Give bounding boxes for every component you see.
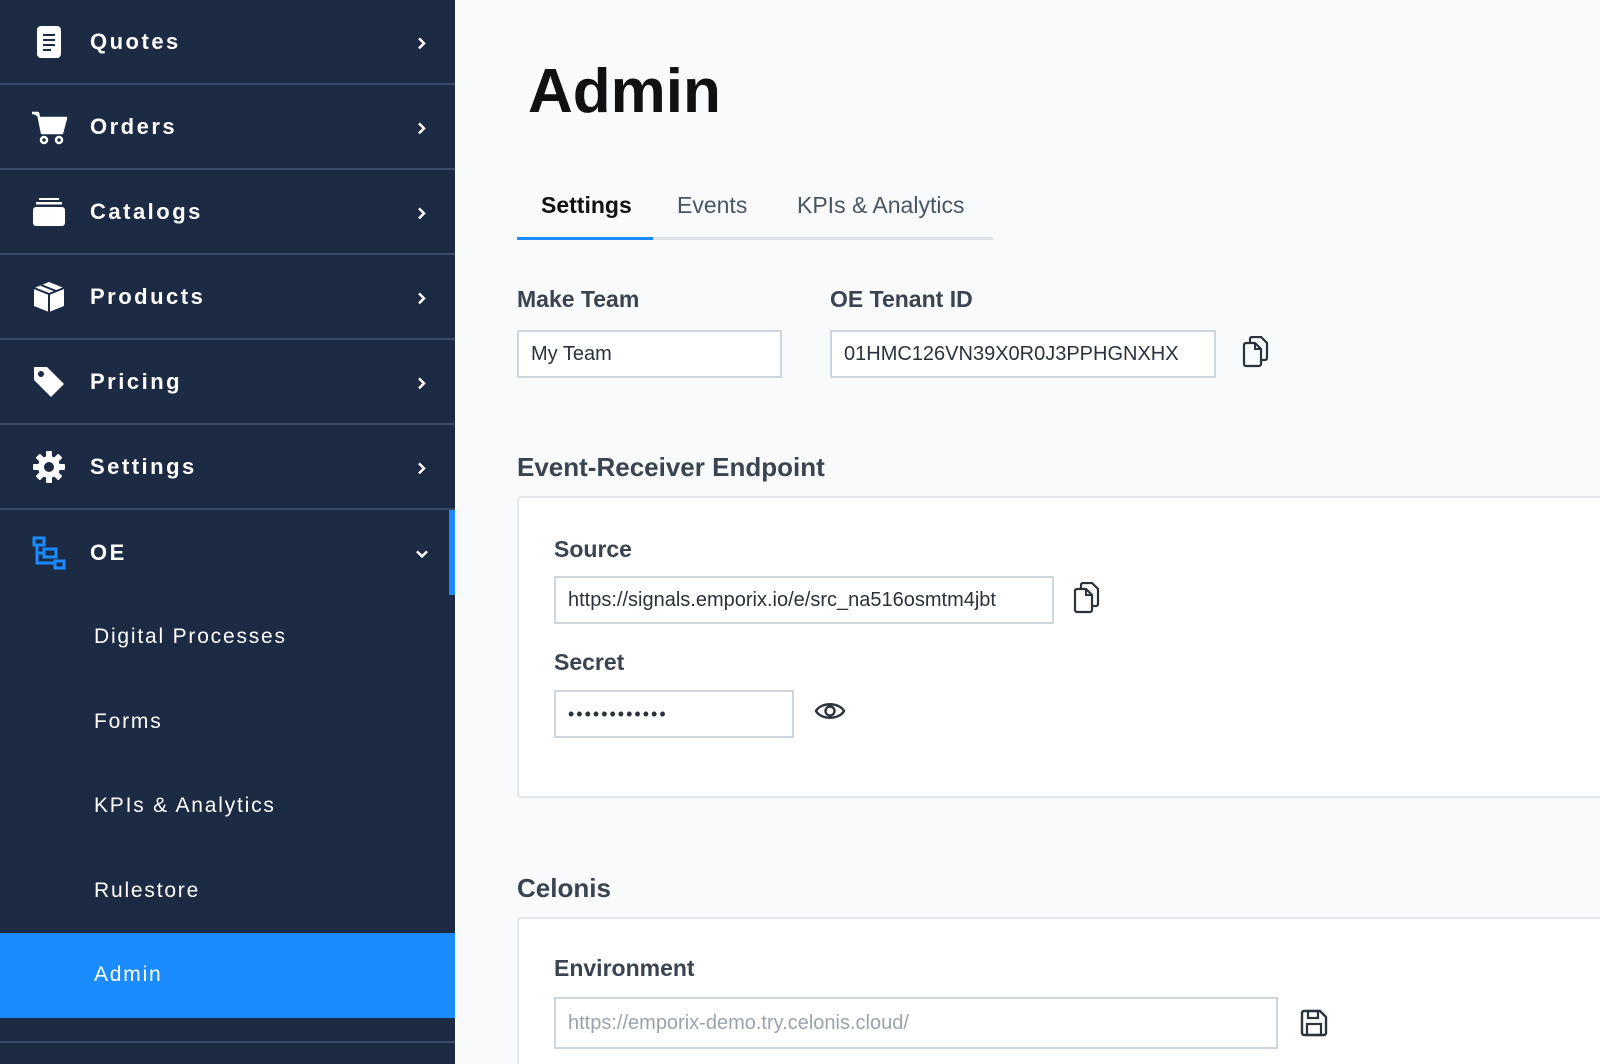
sidebar-subitem-label: Admin	[94, 963, 163, 987]
tab-events[interactable]: Events	[677, 192, 747, 240]
chevron-right-icon	[418, 207, 426, 219]
copy-icon[interactable]	[1069, 580, 1103, 616]
make-team-input[interactable]: My Team	[517, 330, 782, 378]
sidebar-item-label: OE	[90, 539, 127, 565]
sidebar-item-quotes[interactable]: Quotes	[0, 0, 455, 85]
chevron-right-icon	[418, 37, 426, 49]
tab-kpis-analytics[interactable]: KPIs & Analytics	[797, 192, 964, 240]
sidebar-item-label: Pricing	[90, 368, 183, 394]
document-icon	[30, 23, 68, 61]
sidebar-subitem-forms[interactable]: Forms	[0, 680, 455, 765]
tab-settings[interactable]: Settings	[541, 192, 632, 240]
sidebar-item-label: Catalogs	[90, 198, 203, 224]
tab-label: KPIs & Analytics	[797, 192, 965, 218]
copy-icon[interactable]	[1238, 334, 1272, 370]
sidebar-item-label: Orders	[90, 113, 178, 139]
sidebar: Quotes Orders Catalogs Products Pricing	[0, 0, 455, 1064]
source-label: Source	[554, 536, 632, 562]
sidebar-subitem-digital-processes[interactable]: Digital Processes	[0, 595, 455, 680]
sidebar-item-catalogs[interactable]: Catalogs	[0, 170, 455, 255]
source-url-field[interactable]: https://signals.emporix.io/e/src_na516os…	[554, 576, 1054, 624]
sidebar-divider	[0, 1018, 455, 1043]
event-receiver-card: Source https://signals.emporix.io/e/src_…	[517, 496, 1600, 798]
sidebar-subitem-admin[interactable]: Admin	[0, 933, 455, 1018]
tab-bar: Settings Events KPIs & Analytics	[517, 192, 993, 240]
sidebar-item-pricing[interactable]: Pricing	[0, 340, 455, 425]
sidebar-item-label: Products	[90, 283, 206, 309]
celonis-title: Celonis	[517, 873, 611, 903]
sidebar-subitem-label: Digital Processes	[94, 625, 287, 649]
box-icon	[30, 278, 68, 316]
page-title: Admin	[528, 57, 721, 126]
environment-input[interactable]: https://emporix-demo.try.celonis.cloud/	[554, 997, 1278, 1049]
save-icon[interactable]	[1297, 1005, 1331, 1041]
eye-icon[interactable]	[813, 693, 847, 729]
sidebar-item-label: Quotes	[90, 28, 181, 54]
tenant-id-field[interactable]: 01HMC126VN39X0R0J3PPHGNXHX	[830, 330, 1216, 378]
main-content: Admin Settings Events KPIs & Analytics M…	[455, 0, 1600, 1064]
chevron-right-icon	[418, 462, 426, 474]
make-team-label: Make Team	[517, 286, 640, 312]
sidebar-item-products[interactable]: Products	[0, 255, 455, 340]
tab-label: Events	[677, 192, 748, 218]
sidebar-item-label: Settings	[90, 453, 197, 479]
sidebar-subitem-label: KPIs & Analytics	[94, 794, 276, 818]
tab-label: Settings	[541, 192, 632, 218]
sidebar-subitem-kpis-analytics[interactable]: KPIs & Analytics	[0, 764, 455, 849]
sidebar-item-orders[interactable]: Orders	[0, 85, 455, 170]
cart-icon	[30, 108, 68, 146]
secret-field[interactable]: ••••••••••••	[554, 690, 794, 738]
chevron-right-icon	[418, 292, 426, 304]
event-receiver-title: Event-Receiver Endpoint	[517, 452, 825, 482]
tag-icon	[30, 363, 68, 401]
flow-icon	[30, 534, 68, 572]
environment-label: Environment	[554, 955, 695, 981]
sidebar-subitem-rulestore[interactable]: Rulestore	[0, 849, 455, 934]
tenant-id-label: OE Tenant ID	[830, 286, 973, 312]
sidebar-item-oe[interactable]: OE	[0, 510, 455, 595]
sidebar-subitem-label: Rulestore	[94, 878, 201, 902]
active-tab-indicator	[517, 237, 653, 240]
chevron-right-icon	[418, 122, 426, 134]
chevron-down-icon	[416, 550, 428, 558]
chevron-right-icon	[418, 377, 426, 389]
catalog-icon	[30, 193, 68, 231]
secret-label: Secret	[554, 649, 625, 675]
celonis-card: Environment https://emporix-demo.try.cel…	[517, 917, 1600, 1064]
gear-icon	[30, 448, 68, 486]
sidebar-item-settings[interactable]: Settings	[0, 425, 455, 510]
sidebar-subitem-label: Forms	[94, 709, 163, 733]
